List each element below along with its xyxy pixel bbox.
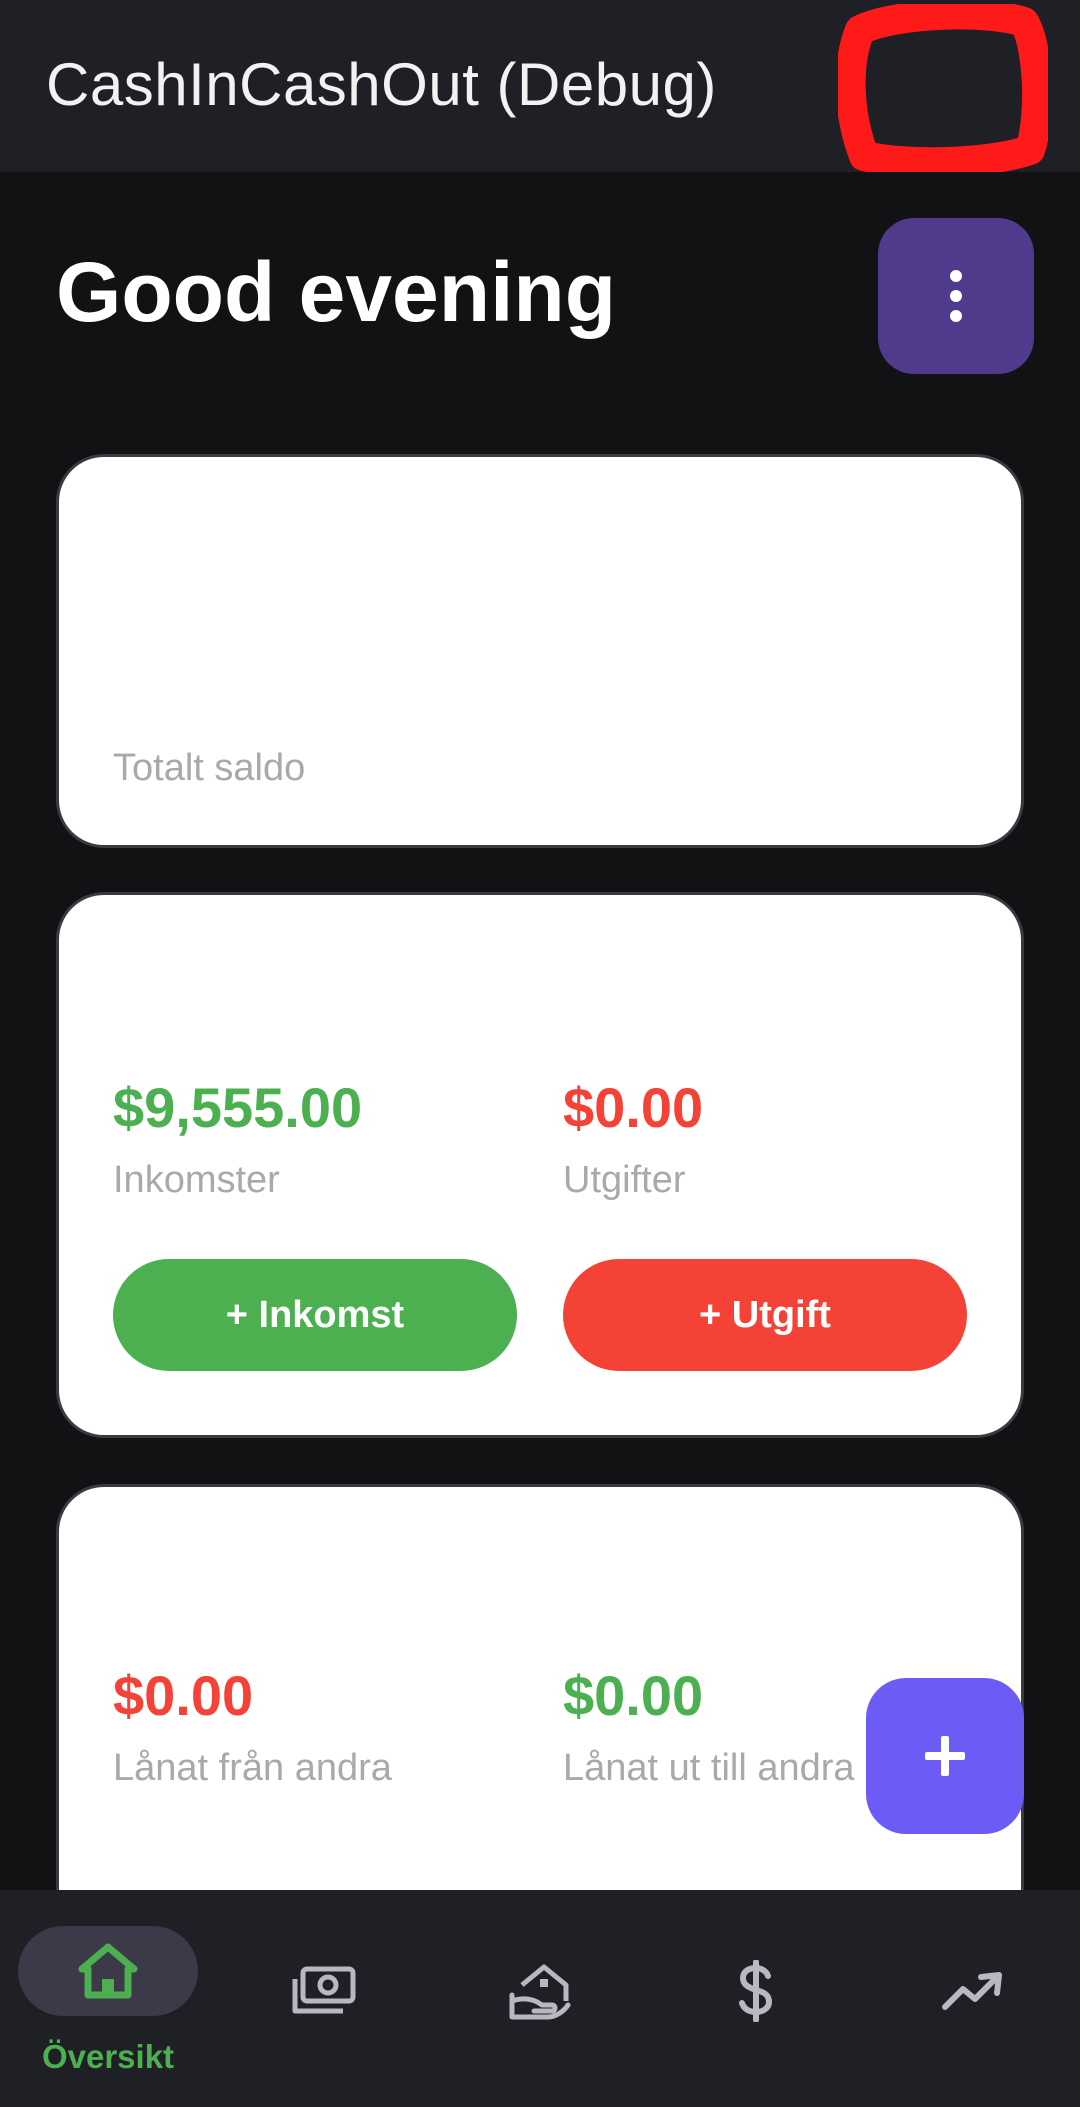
app-bar: CashInCashOut (Debug) (0, 0, 1080, 172)
dollar-icon (739, 1960, 773, 2022)
total-balance-label: Totalt saldo (113, 747, 306, 789)
add-expense-button[interactable]: + Utgift (563, 1259, 967, 1371)
nav-item-currency[interactable] (648, 1890, 864, 2107)
greeting-title: Good evening (56, 245, 617, 339)
redaction-scribble (838, 4, 1048, 172)
nav-item-loans[interactable] (432, 1890, 648, 2107)
plus-icon (925, 1736, 965, 1776)
total-balance-card: Totalt saldo (56, 454, 1024, 848)
nav-item-trends[interactable] (864, 1890, 1080, 2107)
lent-amount: $0.00 (563, 1664, 704, 1727)
app-title: CashInCashOut (Debug) (46, 51, 717, 118)
borrowed-amount: $0.00 (113, 1664, 254, 1727)
income-label: Inkomster (113, 1159, 280, 1201)
nav-label-overview: Översikt (41, 2038, 175, 2075)
home-icon (78, 1943, 138, 1999)
lent-label: Lånat ut till andra (563, 1747, 855, 1789)
add-fab-button[interactable] (866, 1678, 1024, 1834)
nav-item-overview[interactable]: Översikt (0, 1890, 216, 2107)
bottom-navigation: Översikt (0, 1890, 1080, 2107)
expense-label: Utgifter (563, 1159, 686, 1201)
more-vertical-icon (950, 270, 962, 322)
money-icon (292, 1966, 356, 2014)
borrowed-label: Lånat från andra (113, 1747, 392, 1789)
income-amount: $9,555.00 (113, 1076, 363, 1139)
nav-item-money[interactable] (216, 1890, 432, 2107)
nav-selected-indicator (18, 1926, 198, 2016)
income-expense-card: $9,555.00 Inkomster $0.00 Utgifter + Ink… (56, 892, 1024, 1438)
loan-icon (509, 1964, 571, 2020)
trending-up-icon (942, 1972, 1002, 2010)
more-options-button[interactable] (878, 218, 1034, 374)
add-income-button[interactable]: + Inkomst (113, 1259, 517, 1371)
expense-amount: $0.00 (563, 1076, 704, 1139)
